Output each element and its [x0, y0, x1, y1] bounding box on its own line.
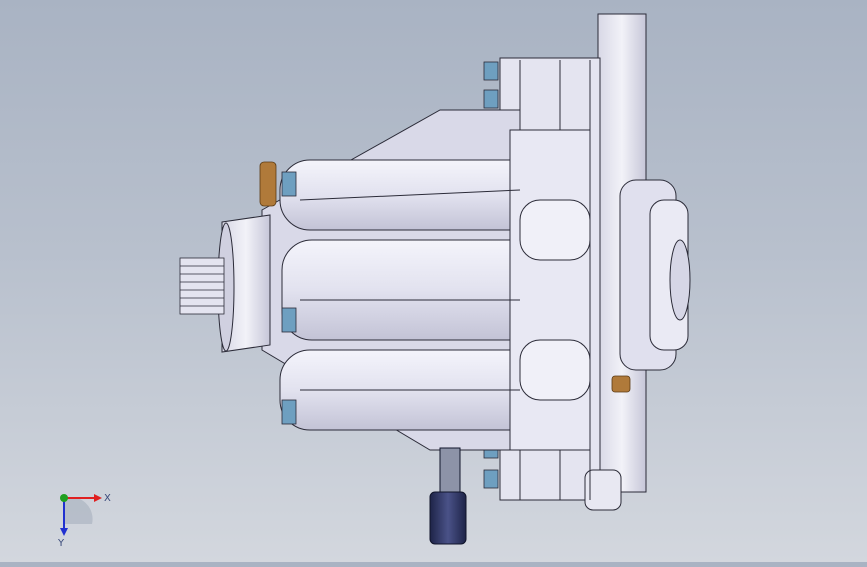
x-axis-label: X [104, 493, 111, 504]
y-axis-label: Y [57, 538, 65, 549]
model-render[interactable] [0, 0, 867, 562]
z-axis-dot [60, 494, 68, 502]
front-flange[interactable] [217, 214, 271, 353]
spline-shaft[interactable] [179, 257, 225, 315]
adjuster-knob[interactable] [429, 447, 467, 545]
main-body[interactable] [261, 109, 591, 451]
cad-viewport[interactable]: X Y [0, 0, 867, 562]
orientation-triad: X Y [57, 493, 111, 549]
